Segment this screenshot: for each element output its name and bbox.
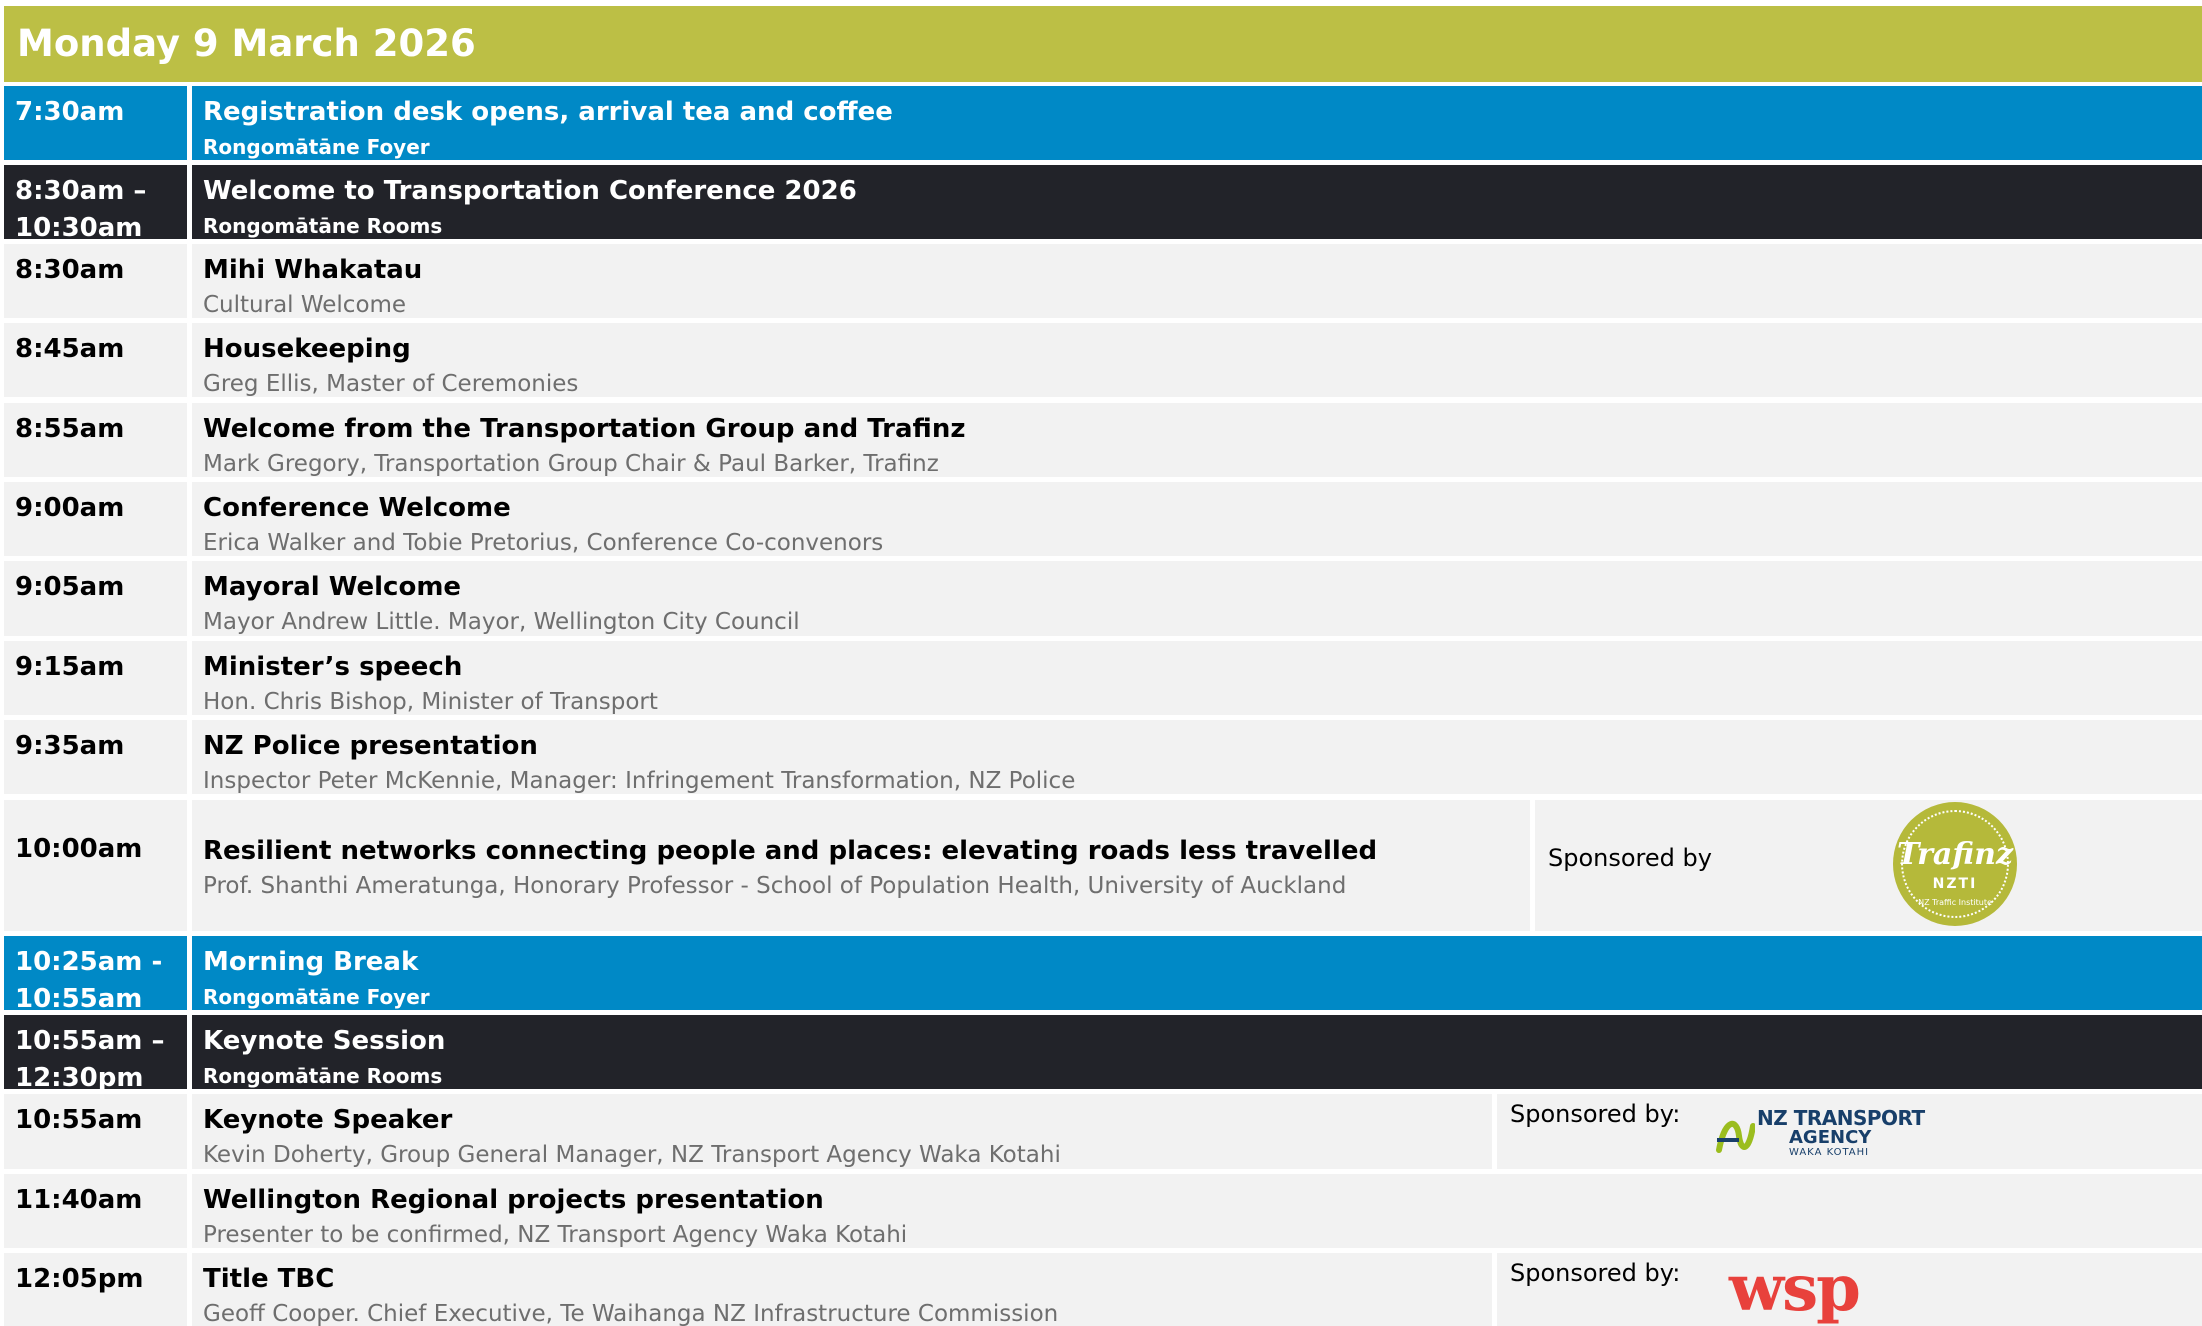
schedule-row: 8:55am Welcome from the Transportation G… [4,403,2202,477]
session-content: Keynote Session Rongomātāne Rooms [192,1015,2202,1089]
trafinz-logo-mark: NZTI [1932,876,1978,892]
sponsor-cell: Sponsored by: NZ TRANSPORT AGENCY WAKA K… [1497,1094,2202,1169]
session-title: Registration desk opens, arrival tea and… [203,97,893,127]
programme-page: Monday 9 March 2026 7:30am Registration … [4,6,2202,1326]
schedule-row: 7:30am Registration desk opens, arrival … [4,86,2202,160]
session-subtitle: Inspector Peter McKennie, Manager: Infri… [203,768,1076,794]
session-title: Mayoral Welcome [203,572,462,602]
schedule-row: 9:15am Minister’s speech Hon. Chris Bish… [4,641,2202,715]
schedule-row: 10:55am – 12:30pm Keynote Session Rongom… [4,1015,2202,1093]
sponsor-cell: Sponsored by: wsp [1497,1253,2202,1326]
schedule-row: 9:00am Conference Welcome Erica Walker a… [4,482,2202,556]
schedule-row: 10:55am Keynote Speaker Kevin Doherty, G… [4,1094,2202,1169]
session-time: 10:25am - 10:55am [4,936,187,1014]
session-title: Title TBC [203,1264,335,1294]
schedule-row: 12:05pm Title TBC Geoff Cooper. Chief Ex… [4,1253,2202,1326]
schedule-row: 8:30am – 10:30am Welcome to Transportati… [4,165,2202,243]
schedule-row: 8:45am Housekeeping Greg Ellis, Master o… [4,323,2202,397]
session-content: Keynote Speaker Kevin Doherty, Group Gen… [192,1094,1492,1169]
session-time: 9:05am [4,561,187,636]
session-subtitle: Greg Ellis, Master of Ceremonies [203,371,579,397]
session-subtitle: Mark Gregory, Transportation Group Chair… [203,451,939,477]
schedule-row: 9:05am Mayoral Welcome Mayor Andrew Litt… [4,561,2202,636]
session-location: Rongomātāne Foyer [203,985,430,1009]
session-content: Conference Welcome Erica Walker and Tobi… [192,482,2202,556]
session-content: Resilient networks connecting people and… [192,800,1530,931]
session-title: Mihi Whakatau [203,255,423,285]
schedule-row: 10:00am Resilient networks connecting pe… [4,800,2202,931]
session-time: 12:05pm [4,1253,187,1326]
session-subtitle: Mayor Andrew Little. Mayor, Wellington C… [203,609,800,635]
session-title: Resilient networks connecting people and… [203,836,1378,866]
schedule-row: 8:30am Mihi Whakatau Cultural Welcome [4,244,2202,318]
session-time: 9:00am [4,482,187,556]
session-time: 9:35am [4,720,187,794]
session-content: Minister’s speech Hon. Chris Bishop, Min… [192,641,2202,715]
nzta-mark-icon [1716,1121,1755,1153]
sponsor-label: Sponsored by: [1510,1100,1681,1128]
session-subtitle: Hon. Chris Bishop, Minister of Transport [203,689,658,715]
session-content: Welcome from the Transportation Group an… [192,403,2202,477]
session-title: Minister’s speech [203,652,463,682]
session-time: 8:45am [4,323,187,397]
session-title: Keynote Speaker [203,1105,453,1135]
session-content: NZ Police presentation Inspector Peter M… [192,720,2202,794]
sponsor-cell: Sponsored by Trafinz NZTI NZ Traffic Ins… [1535,800,2202,931]
session-content: Housekeeping Greg Ellis, Master of Cerem… [192,323,2202,397]
session-time: 11:40am [4,1174,187,1248]
session-subtitle: Prof. Shanthi Ameratunga, Honorary Profe… [203,873,1347,899]
session-content: Wellington Regional projects presentatio… [192,1174,2202,1248]
session-subtitle: Presenter to be confirmed, NZ Transport … [203,1222,908,1248]
session-title: Housekeeping [203,334,411,364]
session-content: Registration desk opens, arrival tea and… [192,86,2202,160]
session-time: 8:30am [4,244,187,318]
session-title: Conference Welcome [203,493,511,523]
session-time: 9:15am [4,641,187,715]
session-time: 10:55am [4,1094,187,1169]
session-content: Welcome to Transportation Conference 202… [192,165,2202,239]
session-location: Rongomātāne Rooms [203,1064,443,1088]
session-time: 10:55am – 12:30pm [4,1015,187,1093]
session-title: Morning Break [203,947,419,977]
session-title: Welcome from the Transportation Group an… [203,414,966,444]
sponsor-label: Sponsored by: [1510,1259,1681,1287]
session-title: Welcome to Transportation Conference 202… [203,176,857,206]
session-title: Wellington Regional projects presentatio… [203,1185,824,1215]
nzta-logo-line3: WAKA KOTAHI [1789,1147,1870,1158]
session-content: Title TBC Geoff Cooper. Chief Executive,… [192,1253,1492,1326]
nzta-logo: NZ TRANSPORT AGENCY WAKA KOTAHI [1715,1102,1925,1162]
session-subtitle: Cultural Welcome [203,292,407,318]
session-content: Morning Break Rongomātāne Foyer [192,936,2202,1010]
session-content: Mihi Whakatau Cultural Welcome [192,244,2202,318]
session-content: Mayoral Welcome Mayor Andrew Little. May… [192,561,2202,636]
session-time: 8:55am [4,403,187,477]
session-time: 7:30am [4,86,187,160]
session-title: NZ Police presentation [203,731,538,761]
day-title: Monday 9 March 2026 [4,6,2202,82]
session-time: 10:00am [4,800,187,931]
trafinz-logo-tagline: NZ Traffic Institute [1918,898,1992,907]
schedule-row: 11:40am Wellington Regional projects pre… [4,1174,2202,1248]
trafinz-logo: Trafinz NZTI NZ Traffic Institute [1893,802,2017,926]
wsp-logo: wsp [1729,1251,1861,1326]
trafinz-logo-word: Trafinz [1896,837,2014,872]
nzta-logo-line2: AGENCY [1789,1127,1872,1148]
session-subtitle: Erica Walker and Tobie Pretorius, Confer… [203,530,884,556]
session-location: Rongomātāne Foyer [203,135,430,159]
session-subtitle: Geoff Cooper. Chief Executive, Te Waihan… [203,1301,1059,1326]
session-title: Keynote Session [203,1026,446,1056]
session-time: 8:30am – 10:30am [4,165,187,243]
sponsor-label: Sponsored by [1548,844,1712,872]
session-location: Rongomātāne Rooms [203,214,443,238]
schedule-row: 10:25am - 10:55am Morning Break Rongomāt… [4,936,2202,1014]
session-subtitle: Kevin Doherty, Group General Manager, NZ… [203,1142,1061,1168]
schedule-row: 9:35am NZ Police presentation Inspector … [4,720,2202,794]
